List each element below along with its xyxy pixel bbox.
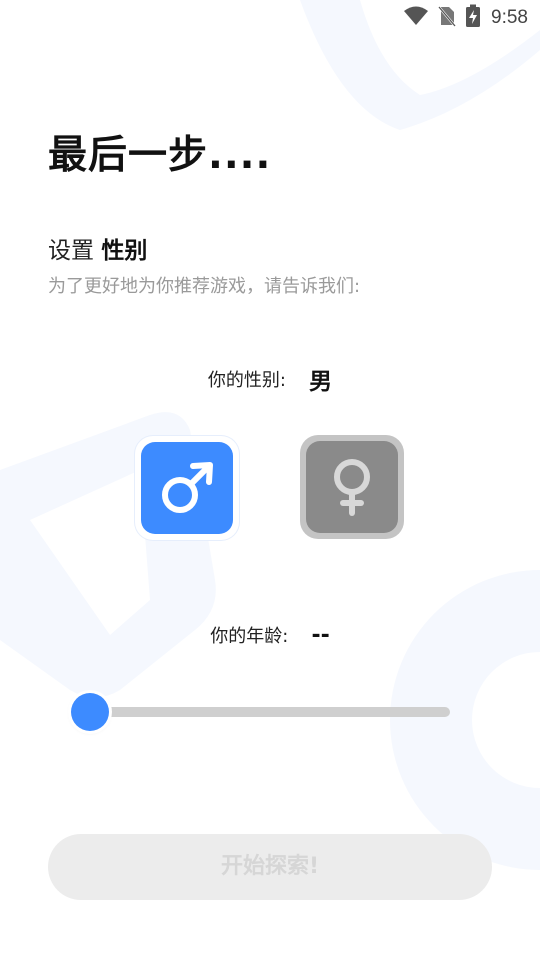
- status-bar: 9:58: [0, 0, 540, 36]
- male-symbol-icon: [162, 462, 213, 513]
- start-explore-button[interactable]: 开始探索!: [48, 834, 492, 900]
- male-button[interactable]: [135, 436, 239, 540]
- section-subtitle: 设置 性别: [48, 231, 147, 265]
- subtitle-prefix: 设置: [48, 238, 94, 264]
- age-value: --: [311, 622, 330, 648]
- gender-label: 你的性别:: [207, 370, 286, 391]
- age-slider-track[interactable]: [90, 707, 450, 717]
- status-time: 9:58: [491, 7, 528, 28]
- wifi-icon: [403, 5, 429, 31]
- subtitle-strong: 性别: [101, 238, 148, 264]
- page-title: 最后一步....: [48, 133, 272, 178]
- gender-value: 男: [309, 369, 333, 395]
- gender-summary: 你的性别: 男: [0, 362, 540, 396]
- female-button[interactable]: [300, 435, 404, 539]
- female-symbol-icon: [334, 459, 370, 516]
- no-sim-icon: [437, 5, 457, 31]
- age-label: 你的年龄:: [210, 626, 289, 647]
- age-summary: 你的年龄: --: [0, 622, 540, 648]
- age-slider-thumb[interactable]: [71, 693, 109, 731]
- battery-charging-icon: [465, 4, 481, 32]
- description-text: 为了更好地为你推荐游戏，请告诉我们:: [48, 276, 361, 297]
